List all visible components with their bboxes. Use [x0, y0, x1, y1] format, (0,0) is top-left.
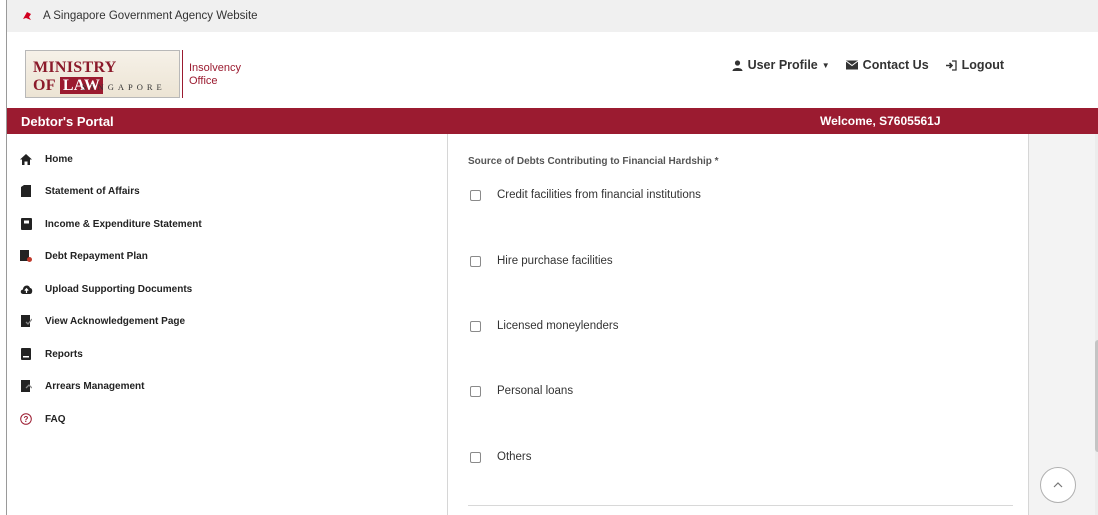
debt-option-licensed-moneylenders[interactable]: Licensed moneylenders: [470, 320, 618, 332]
sidebar-item-debt-repayment-plan[interactable]: Debt Repayment Plan: [19, 249, 148, 263]
welcome-text: Welcome, S7605561J: [820, 114, 941, 128]
site-header: MINISTRY OF LAW SINGAPORE Insolvency Offi…: [7, 32, 1098, 108]
sidebar-item-label: Income & Expenditure Statement: [45, 218, 202, 230]
user-profile-label: User Profile: [747, 58, 818, 72]
logo-side-line1: Insolvency: [189, 62, 241, 74]
contact-us-label: Contact Us: [862, 58, 929, 72]
checkbox[interactable]: [470, 385, 481, 397]
reports-icon: [19, 347, 33, 361]
arrears-icon: [19, 379, 33, 393]
option-label: Others: [497, 451, 532, 463]
contact-us-link[interactable]: Contact Us: [845, 58, 929, 72]
divider: [468, 505, 1013, 506]
sidebar: Home Statement of Affairs Income & Expen…: [7, 134, 447, 515]
logo-side-text: Insolvency Office: [189, 62, 241, 88]
sidebar-item-upload-documents[interactable]: Upload Supporting Documents: [19, 282, 192, 296]
question-icon: ?: [19, 412, 33, 426]
svg-text:?: ?: [24, 415, 29, 424]
sidebar-item-label: Home: [45, 153, 73, 165]
ledger-icon: [19, 217, 33, 231]
sidebar-item-label: Upload Supporting Documents: [45, 283, 193, 295]
envelope-icon: [845, 60, 858, 70]
debt-option-others[interactable]: Others: [470, 451, 532, 463]
cloud-upload-icon: [19, 282, 33, 296]
main-content: Source of Debts Contributing to Financia…: [447, 134, 1029, 515]
sidebar-item-income-expenditure[interactable]: Income & Expenditure Statement: [19, 217, 202, 231]
sidebar-item-statement-of-affairs[interactable]: Statement of Affairs: [19, 184, 140, 198]
option-label: Licensed moneylenders: [497, 320, 619, 332]
logout-label: Logout: [961, 58, 1004, 72]
logo-side-line2: Office: [189, 75, 218, 87]
logo-mark: MINISTRY OF LAW SINGAPORE: [25, 50, 180, 98]
debt-option-hire-purchase[interactable]: Hire purchase facilities: [470, 255, 613, 267]
sidebar-item-label: Statement of Affairs: [45, 185, 140, 197]
checkbox[interactable]: [470, 189, 481, 201]
user-profile-dropdown[interactable]: User Profile ▼: [732, 58, 830, 72]
right-gutter: [1029, 134, 1098, 515]
sidebar-item-label: FAQ: [45, 413, 66, 425]
sidebar-item-faq[interactable]: ? FAQ: [19, 412, 66, 426]
debt-source-label: Source of Debts Contributing to Financia…: [468, 156, 719, 167]
logout-icon: [945, 59, 957, 71]
document-icon: [19, 184, 33, 198]
gov-banner-text: A Singapore Government Agency Website: [43, 10, 258, 22]
logout-link[interactable]: Logout: [945, 58, 1004, 72]
sidebar-item-arrears-management[interactable]: Arrears Management: [19, 379, 144, 393]
logo-divider: [182, 50, 183, 98]
sidebar-item-reports[interactable]: Reports: [19, 347, 83, 361]
app-frame: A Singapore Government Agency Website MI…: [6, 0, 1098, 515]
gov-banner: A Singapore Government Agency Website: [7, 0, 1098, 32]
user-icon: [732, 59, 743, 71]
sidebar-item-home[interactable]: Home: [19, 152, 73, 166]
home-icon: [19, 152, 33, 166]
portal-title: Debtor's Portal: [21, 113, 114, 129]
option-label: Credit facilities from financial institu…: [497, 189, 701, 201]
option-label: Hire purchase facilities: [497, 255, 613, 267]
sidebar-item-label: Debt Repayment Plan: [45, 250, 148, 262]
checkbox[interactable]: [470, 255, 481, 267]
lion-head-icon: [23, 12, 31, 20]
option-label: Personal loans: [497, 385, 574, 397]
portal-bar: Debtor's Portal Welcome, S7605561J: [7, 108, 1098, 134]
sidebar-item-label: View Acknowledgement Page: [45, 315, 186, 327]
sidebar-item-label: Arrears Management: [45, 380, 145, 392]
ministry-logo[interactable]: MINISTRY OF LAW SINGAPORE Insolvency Offi…: [25, 50, 241, 98]
chevron-down-icon: ▼: [821, 60, 830, 70]
debt-option-personal-loans[interactable]: Personal loans: [470, 385, 573, 397]
logo-sub-text: SINGAPORE: [82, 82, 166, 92]
checkbox[interactable]: [470, 451, 481, 463]
sidebar-item-label: Reports: [45, 348, 83, 360]
scroll-to-top-button[interactable]: [1040, 467, 1076, 503]
debt-option-credit-facilities[interactable]: Credit facilities from financial institu…: [470, 189, 701, 201]
acknowledgement-icon: [19, 314, 33, 328]
plan-icon: [19, 249, 33, 263]
chevron-up-icon: [1053, 482, 1063, 488]
top-nav: User Profile ▼ Contact Us Logout: [716, 58, 1004, 72]
sidebar-item-view-acknowledgement[interactable]: View Acknowledgement Page: [19, 314, 185, 328]
checkbox[interactable]: [470, 320, 481, 332]
